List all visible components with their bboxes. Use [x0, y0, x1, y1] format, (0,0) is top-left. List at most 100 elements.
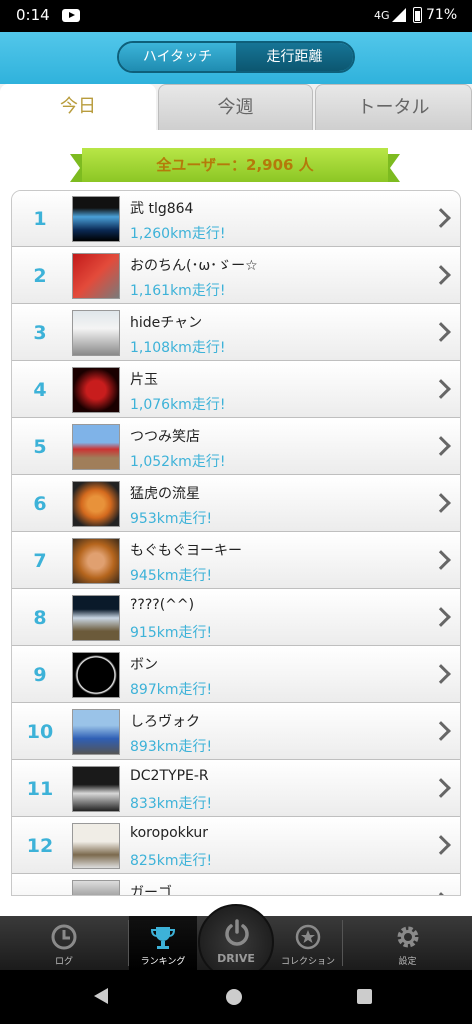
chevron-right-icon [431, 607, 451, 627]
drive-label: DRIVE [217, 952, 255, 965]
clock-icon [51, 924, 77, 950]
user-avatar [72, 709, 120, 755]
user-avatar [72, 880, 120, 895]
distance-value: 897km走行! [130, 682, 213, 698]
tab-today[interactable]: 今日 [0, 84, 156, 130]
user-avatar [72, 310, 120, 356]
system-nav-bar [0, 970, 472, 1024]
nav-collection-label: コレクション [280, 957, 335, 967]
nav-settings-label: 設定 [398, 957, 417, 967]
period-tabs: 今日 今週 トータル [0, 84, 472, 130]
rank-number: 1 [33, 208, 47, 230]
user-name: DC2TYPE-R [130, 768, 209, 784]
distance-value: 953km走行! [130, 511, 213, 527]
nav-log-label: ログ [54, 957, 73, 967]
ranking-row[interactable]: ガーゴ [12, 875, 460, 896]
rank-number: 11 [26, 778, 54, 800]
distance-toggle-button[interactable]: 走行距離 [236, 43, 353, 71]
ranking-row[interactable]: 11 DC2TYPE-R 833km走行! [12, 761, 460, 817]
ranking-row[interactable]: 3 hideチャン 1,108km走行! [12, 305, 460, 361]
rank-number: 10 [26, 721, 54, 743]
ranking-row[interactable]: 4 片玉 1,076km走行! [12, 362, 460, 418]
chevron-right-icon [431, 892, 451, 895]
app-header: ハイタッチ 走行距離 [0, 32, 472, 84]
ranking-list[interactable]: 1 武 tlg864 1,260km走行! 2 おのちん(･ω･ゞー☆ 1,161km走行… [11, 190, 461, 896]
nav-ranking[interactable]: ランキング [129, 916, 197, 970]
chevron-right-icon [431, 322, 451, 342]
user-name: 武 tlg864 [130, 201, 194, 217]
drive-button[interactable]: DRIVE [198, 904, 274, 980]
user-name: しろヴォク [130, 714, 200, 730]
user-avatar [72, 367, 120, 413]
nav-settings[interactable]: 設定 [343, 916, 472, 970]
rank-number: 9 [33, 664, 47, 686]
user-name: 猛虎の流星 [130, 486, 200, 502]
distance-value: 915km走行! [130, 625, 213, 641]
distance-value: 1,108km走行! [130, 340, 226, 356]
ranking-row[interactable]: 7 もぐもぐヨーキー 945km走行! [12, 533, 460, 589]
rank-number: 12 [26, 835, 54, 857]
home-icon[interactable] [226, 989, 242, 1005]
hightouch-toggle-button[interactable]: ハイタッチ [119, 43, 236, 71]
user-count-label: 全ユーザー：2,906 人 [82, 148, 388, 182]
user-name: koropokkur [130, 825, 209, 841]
user-avatar [72, 652, 120, 698]
user-avatar [72, 823, 120, 869]
chevron-right-icon [431, 208, 451, 228]
status-time: 0:14 [16, 6, 50, 24]
ranking-row[interactable]: 5 つつみ笑店 1,052km走行! [12, 419, 460, 475]
rank-number: 8 [33, 607, 47, 629]
chevron-right-icon [431, 778, 451, 798]
distance-value: 1,076km走行! [130, 397, 226, 413]
ranking-type-toggle: ハイタッチ 走行距離 [117, 41, 355, 73]
user-avatar [72, 424, 120, 470]
tab-total[interactable]: トータル [315, 84, 472, 130]
status-bar: 0:14 4G 71% [0, 0, 472, 32]
ranking-row[interactable]: 9 ボン 897km走行! [12, 647, 460, 703]
back-icon[interactable] [94, 988, 108, 1004]
user-avatar [72, 481, 120, 527]
ranking-row[interactable]: 12 koropokkur 825km走行! [12, 818, 460, 874]
rank-number: 4 [33, 379, 47, 401]
user-avatar [72, 595, 120, 641]
user-name: 片玉 [130, 372, 158, 388]
battery-percent: 71% [426, 7, 458, 23]
youtube-notification-icon [62, 9, 80, 22]
user-avatar [72, 766, 120, 812]
battery-icon [413, 7, 422, 23]
chevron-right-icon [431, 265, 451, 285]
ranking-row[interactable]: 2 おのちん(･ω･ゞー☆ 1,161km走行! [12, 248, 460, 304]
ranking-row[interactable]: 1 武 tlg864 1,260km走行! [12, 191, 460, 247]
user-name: ボン [130, 657, 158, 673]
ranking-row[interactable]: 10 しろヴォク 893km走行! [12, 704, 460, 760]
trophy-icon [150, 927, 176, 949]
tab-this-week[interactable]: 今週 [158, 84, 313, 130]
user-avatar [72, 538, 120, 584]
nav-log[interactable]: ログ [0, 916, 128, 970]
signal-icon [392, 8, 406, 22]
chevron-right-icon [431, 721, 451, 741]
network-type: 4G [374, 9, 390, 22]
distance-value: 825km走行! [130, 853, 213, 869]
star-icon [295, 924, 321, 950]
chevron-right-icon [431, 664, 451, 684]
recent-apps-icon[interactable] [357, 989, 372, 1004]
user-name: ガーゴ [130, 885, 172, 896]
gear-icon [397, 926, 418, 948]
distance-value: 893km走行! [130, 739, 213, 755]
user-name: おのちん(･ω･ゞー☆ [130, 258, 258, 274]
user-avatar [72, 196, 120, 242]
distance-value: 1,161km走行! [130, 283, 226, 299]
user-name: つつみ笑店 [130, 429, 200, 445]
user-avatar [72, 253, 120, 299]
chevron-right-icon [431, 835, 451, 855]
distance-value: 833km走行! [130, 796, 213, 812]
user-name: ????(^^) [130, 597, 195, 613]
rank-number: 6 [33, 493, 47, 515]
power-icon [225, 919, 249, 946]
user-name: もぐもぐヨーキー [130, 543, 242, 559]
ranking-row[interactable]: 6 猛虎の流星 953km走行! [12, 476, 460, 532]
ranking-row[interactable]: 8 ????(^^) 915km走行! [12, 590, 460, 646]
nav-collection[interactable]: コレクション [275, 916, 341, 970]
rank-number: 5 [33, 436, 47, 458]
